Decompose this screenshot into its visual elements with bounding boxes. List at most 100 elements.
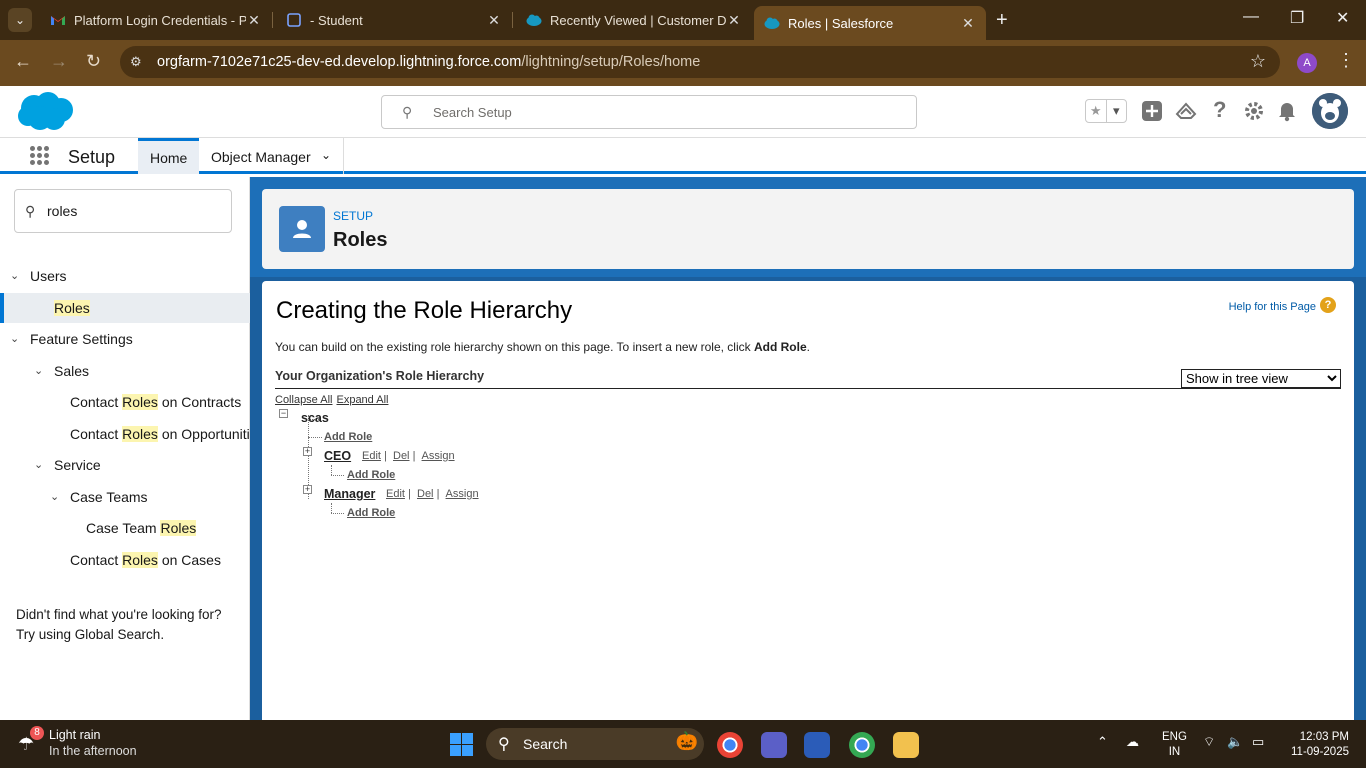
chevron-down-icon[interactable]: ⌄ xyxy=(10,261,19,291)
intro-text: You can build on the existing role hiera… xyxy=(275,340,810,354)
windows-start-icon[interactable] xyxy=(450,733,473,756)
forward-arrow-icon[interactable]: → xyxy=(50,51,68,72)
role-node-manager[interactable]: Manager xyxy=(324,487,375,501)
sidebar-item-label: Contact Roles on Cases xyxy=(70,552,221,568)
collapse-all-link[interactable]: Collapse All xyxy=(275,394,332,406)
search-setup-input[interactable]: ⚲ Search Setup xyxy=(381,95,917,129)
reload-icon[interactable]: ↻ xyxy=(86,51,101,72)
salesforce-logo[interactable] xyxy=(16,90,74,132)
battery-icon[interactable]: ▭ xyxy=(1252,734,1264,750)
browser-tab-recently-viewed[interactable]: Recently Viewed | Customer Det ✕ xyxy=(516,0,752,40)
gmail-icon xyxy=(50,12,66,28)
add-role-link[interactable]: Add Role xyxy=(324,431,372,443)
teams-icon[interactable] xyxy=(761,732,787,758)
salesforce-global-header: ⚲ Search Setup ★ ▾ ? xyxy=(0,86,1366,138)
help-question-icon[interactable]: ? xyxy=(1213,97,1226,123)
global-actions-plus-icon[interactable] xyxy=(1141,100,1163,128)
file-explorer-icon[interactable] xyxy=(893,732,919,758)
url-text: orgfarm-7102e71c25-dev-ed.develop.lightn… xyxy=(157,54,700,70)
chrome-icon[interactable] xyxy=(717,732,743,758)
delete-link[interactable]: Del xyxy=(393,450,410,462)
browser-tab-gmail[interactable]: Platform Login Credentials - Pro ✕ xyxy=(40,0,272,40)
sidebar-item-sales[interactable]: ⌄ Sales xyxy=(0,356,250,386)
tray-chevron-up-icon[interactable]: ⌃ xyxy=(1097,734,1108,750)
app-launcher-icon[interactable] xyxy=(30,146,50,166)
user-avatar[interactable] xyxy=(1312,93,1348,129)
assign-link[interactable]: Assign xyxy=(446,488,479,500)
sidebar-item-service[interactable]: ⌄ Service xyxy=(0,450,250,480)
sidebar-item-users[interactable]: ⌄ Users xyxy=(0,261,250,291)
close-icon[interactable]: ✕ xyxy=(960,15,976,32)
view-select[interactable]: Show in tree view xyxy=(1181,369,1341,388)
taskbar-search[interactable]: ⚲ Search 🎃 xyxy=(486,728,704,760)
close-icon[interactable]: ✕ xyxy=(246,12,262,29)
chevron-down-icon[interactable]: ⌄ xyxy=(321,148,331,162)
sidebar-item-contact-roles-contracts[interactable]: Contact Roles on Contracts xyxy=(0,387,250,417)
help-link[interactable]: Help for this Page xyxy=(1229,301,1316,313)
bookmark-star-icon[interactable]: ☆ xyxy=(1250,51,1266,72)
sidebar-item-roles[interactable]: Roles xyxy=(0,293,250,323)
role-actions-manager: Edit | Del | Assign xyxy=(386,488,479,500)
quick-find-input[interactable]: ⚲ roles xyxy=(14,189,232,233)
site-info-icon[interactable]: ⚙ xyxy=(130,54,142,70)
expand-all-link[interactable]: Expand All xyxy=(336,394,388,406)
sidebar-item-label: Users xyxy=(30,268,67,284)
minimize-icon[interactable]: — xyxy=(1243,8,1259,26)
close-icon[interactable]: ✕ xyxy=(726,12,742,29)
restore-icon[interactable]: ❐ xyxy=(1290,8,1304,28)
edit-link[interactable]: Edit xyxy=(362,450,381,462)
tab-object-manager[interactable]: Object Manager ⌄ xyxy=(199,138,344,174)
favorites-dropdown-icon[interactable]: ▾ xyxy=(1105,100,1127,122)
sidebar-item-case-teams[interactable]: ⌄ Case Teams xyxy=(0,482,250,512)
role-node-root[interactable]: scas xyxy=(301,411,329,425)
close-icon[interactable]: ✕ xyxy=(486,12,502,29)
chevron-down-icon[interactable]: ⌄ xyxy=(34,450,43,480)
delete-link[interactable]: Del xyxy=(417,488,434,500)
sidebar-item-feature-settings[interactable]: ⌄ Feature Settings xyxy=(0,324,250,354)
word-icon[interactable] xyxy=(804,732,830,758)
browser-tab-roles[interactable]: Roles | Salesforce ✕ xyxy=(754,6,986,40)
sidebar-item-case-team-roles[interactable]: Case Team Roles xyxy=(0,513,250,543)
profile-avatar[interactable]: A xyxy=(1297,53,1317,73)
system-clock[interactable]: 12:03 PM 11-09-2025 xyxy=(1285,730,1349,760)
expand-node-icon[interactable]: + xyxy=(303,447,312,456)
help-question-icon[interactable]: ? xyxy=(1320,297,1336,313)
chrome-profile-icon[interactable] xyxy=(849,732,875,758)
tab-title: Roles | Salesforce xyxy=(788,15,894,31)
breadcrumb[interactable]: SETUP xyxy=(333,209,373,223)
chevron-down-icon[interactable]: ⌄ xyxy=(34,356,43,386)
expand-node-icon[interactable]: + xyxy=(303,485,312,494)
tab-page-icon xyxy=(286,12,302,28)
global-search-hint[interactable]: Try using Global Search. xyxy=(16,625,222,645)
assign-link[interactable]: Assign xyxy=(422,450,455,462)
trailhead-icon[interactable] xyxy=(1175,100,1197,128)
tab-search-chevron-icon[interactable]: ⌄ xyxy=(8,8,32,32)
role-node-ceo[interactable]: CEO xyxy=(324,449,351,463)
window-close-icon[interactable]: ✕ xyxy=(1336,8,1349,28)
language-indicator[interactable]: ENG IN xyxy=(1162,730,1187,760)
browser-tab-student[interactable]: - Student ✕ xyxy=(276,0,512,40)
notifications-bell-icon[interactable] xyxy=(1277,100,1297,128)
add-role-link[interactable]: Add Role xyxy=(347,469,395,481)
sidebar-item-contact-roles-cases[interactable]: Contact Roles on Cases xyxy=(0,545,250,575)
address-bar[interactable]: ⚙ orgfarm-7102e71c25-dev-ed.develop.ligh… xyxy=(120,46,1280,78)
new-tab-plus-icon[interactable]: + xyxy=(996,9,1008,32)
volume-icon[interactable]: 🔈 xyxy=(1227,734,1243,750)
sidebar-item-contact-roles-opportunities[interactable]: Contact Roles on Opportunities xyxy=(0,419,265,449)
add-role-link[interactable]: Add Role xyxy=(347,507,395,519)
chevron-down-icon[interactable]: ⌄ xyxy=(10,324,19,354)
salesforce-cloud-icon xyxy=(764,15,780,31)
favorites-star-icon[interactable]: ★ xyxy=(1086,100,1106,122)
onedrive-cloud-icon[interactable]: ☁ xyxy=(1126,734,1139,750)
favorites-group[interactable]: ★ ▾ xyxy=(1085,99,1127,123)
browser-menu-icon[interactable]: ⋮ xyxy=(1337,50,1355,71)
back-arrow-icon[interactable]: ← xyxy=(14,51,32,72)
tab-home[interactable]: Home xyxy=(138,138,200,174)
search-icon: ⚲ xyxy=(498,736,510,753)
edit-link[interactable]: Edit xyxy=(386,488,405,500)
wifi-icon[interactable]: ⌔ xyxy=(1203,734,1215,750)
chevron-down-icon[interactable]: ⌄ xyxy=(50,482,59,512)
collapse-node-icon[interactable]: − xyxy=(279,409,288,418)
setup-gear-icon[interactable] xyxy=(1243,100,1265,128)
search-icon: ⚲ xyxy=(402,104,413,120)
